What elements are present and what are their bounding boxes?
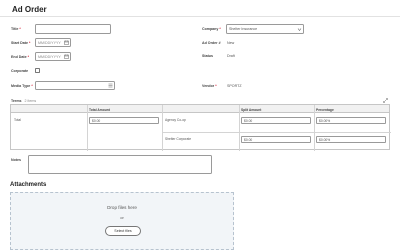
status-label: Status <box>202 54 213 58</box>
title-input[interactable] <box>35 24 111 34</box>
company-label: Company* <box>202 27 221 31</box>
media-type-input[interactable] <box>35 81 115 90</box>
term-name: Total <box>14 118 21 122</box>
ad-order-number-value: New <box>227 41 235 45</box>
split-name: Agency Co-op <box>165 118 186 122</box>
ad-order-number-label: Ad Order # <box>202 41 221 45</box>
split-amount-input[interactable]: $0.00 <box>241 117 311 124</box>
vendor-label: Vendor* <box>202 84 217 88</box>
column-divider <box>314 105 315 151</box>
start-date-placeholder: MM/DD/YYYY <box>38 40 61 45</box>
corporate-checkbox[interactable] <box>35 68 40 73</box>
media-type-label: Media Type* <box>11 84 33 88</box>
terms-table: Total Amount Split Amount Percentage Tot… <box>10 104 391 151</box>
page-title: Ad Order <box>12 5 47 14</box>
row-divider <box>162 132 391 133</box>
start-date-label: Start Date* <box>11 41 31 45</box>
drop-files-text: Drop files here <box>107 205 137 210</box>
end-date-label: End Date* <box>11 55 29 59</box>
vendor-value[interactable]: SPORTZ <box>227 84 242 88</box>
title-divider <box>0 16 400 17</box>
notes-textarea[interactable] <box>28 155 212 174</box>
status-value: Draft <box>227 54 235 58</box>
percentage-input[interactable]: $0.00% <box>316 136 386 143</box>
or-text: or <box>120 215 124 220</box>
chevron-down-icon[interactable] <box>297 27 302 33</box>
total-amount-input[interactable]: $0.00 <box>89 117 159 124</box>
column-divider <box>239 105 240 151</box>
calendar-icon[interactable] <box>64 54 69 60</box>
end-date-placeholder: MM/DD/YYYY <box>38 54 61 59</box>
column-header-percentage: Percentage <box>316 107 334 112</box>
terms-table-header: Total Amount Split Amount Percentage <box>11 105 389 113</box>
terms-count: 2 items <box>24 99 37 103</box>
attachments-title: Attachments <box>10 182 47 188</box>
company-value: Shelter Insurance <box>229 27 258 31</box>
column-header-total-amount: Total Amount <box>89 107 110 112</box>
terms-label: Terms 2 items <box>11 99 37 103</box>
title-label: Title* <box>11 27 21 31</box>
column-divider <box>162 105 163 151</box>
list-icon[interactable] <box>108 83 113 89</box>
select-files-button[interactable]: Select files <box>105 226 141 236</box>
split-name: Shelter Corporate <box>165 137 192 141</box>
corporate-label: Corporate <box>11 69 29 73</box>
column-divider <box>87 105 88 151</box>
percentage-input[interactable]: $0.00% <box>316 117 386 124</box>
calendar-icon[interactable] <box>64 40 69 46</box>
file-dropzone[interactable]: Drop files here or Select files <box>10 192 234 250</box>
notes-label: Notes <box>11 158 21 162</box>
company-select[interactable]: Shelter Insurance <box>226 24 304 34</box>
split-amount-input[interactable]: $0.00 <box>241 136 311 143</box>
column-header-split-amount: Split Amount <box>241 107 262 112</box>
